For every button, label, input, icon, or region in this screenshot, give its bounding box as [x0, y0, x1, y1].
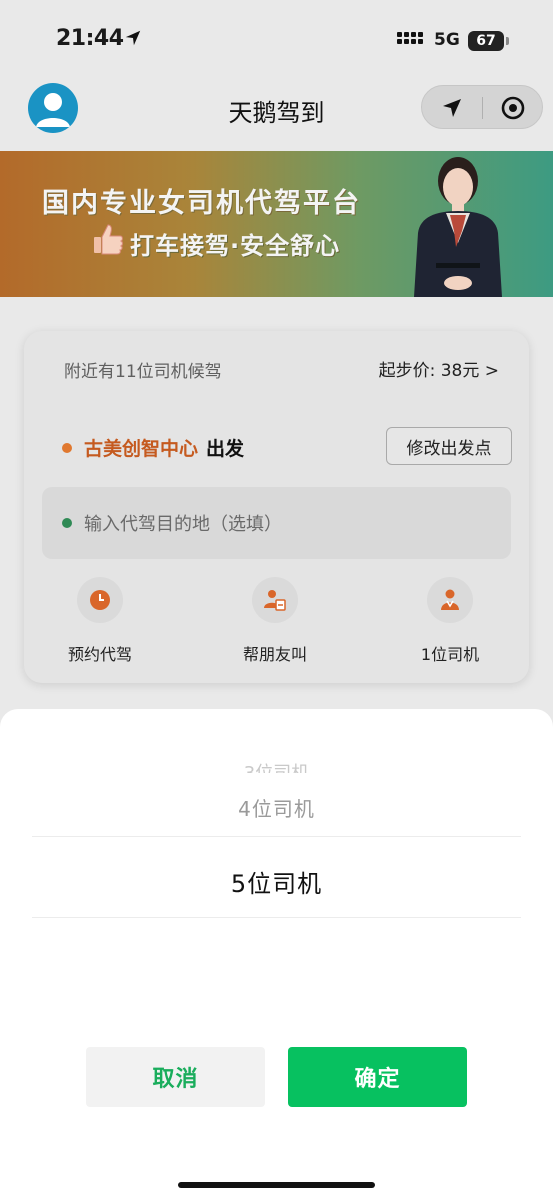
thumbs-up-icon: [94, 224, 123, 255]
picker-divider: [32, 836, 521, 837]
location-arrow-icon: [125, 30, 141, 46]
nearby-drivers-text: 附近有11位司机候驾: [64, 362, 222, 382]
origin-dot-icon: [62, 442, 72, 453]
female-driver-image: [414, 157, 502, 297]
network-type: 5G: [434, 30, 460, 50]
battery-level: 67: [476, 33, 496, 49]
picker-option-faint[interactable]: 3位司机: [0, 759, 553, 773]
picker-divider: [32, 917, 521, 918]
mini-program-capsule: [421, 85, 543, 129]
app-header: 天鹅驾到: [0, 80, 553, 150]
destination-dot-icon: [62, 518, 72, 528]
edit-origin-button[interactable]: 修改出发点: [386, 427, 512, 465]
destination-input[interactable]: 输入代驾目的地（选填）: [42, 487, 511, 559]
navigate-arrow-icon[interactable]: [422, 86, 482, 130]
friend-call-icon: [252, 577, 298, 623]
promo-banner[interactable]: 国内专业女司机代驾平台 打车接驾·安全舒心: [0, 151, 553, 297]
driver-count-picker-sheet: 3位司机 4位司机 5位司机 取消 确定: [0, 709, 553, 1200]
banner-subline: 打车接驾·安全舒心: [130, 232, 341, 260]
feature-reserve[interactable]: 预约代驾: [45, 577, 155, 665]
picker-option[interactable]: 4位司机: [0, 793, 553, 822]
battery-icon: 67: [468, 31, 509, 51]
target-close-icon[interactable]: [483, 86, 543, 130]
home-indicator[interactable]: [178, 1182, 375, 1188]
feature-call-for-friend[interactable]: 帮朋友叫: [220, 577, 330, 665]
feature-driver-count[interactable]: 1位司机: [395, 577, 505, 665]
signal-strength-icon: [397, 32, 425, 44]
origin-suffix: 出发: [206, 438, 245, 460]
clock-icon: [77, 577, 123, 623]
booking-card: 附近有11位司机候驾 起步价: 38元 > 古美创智中心 出发 修改出发点 输入…: [24, 331, 529, 683]
status-time: 21:44: [56, 26, 124, 51]
picker-option-selected[interactable]: 5位司机: [0, 864, 553, 899]
origin-name: 古美创智中心: [84, 438, 199, 460]
feature-label: 1位司机: [420, 645, 480, 664]
feature-label: 预约代驾: [67, 645, 132, 664]
confirm-button[interactable]: 确定: [288, 1047, 467, 1107]
cancel-button[interactable]: 取消: [86, 1047, 265, 1107]
status-bar: 21:44 5G 67: [0, 0, 553, 80]
origin-row[interactable]: 古美创智中心 出发: [62, 434, 244, 461]
feature-label: 帮朋友叫: [242, 645, 307, 664]
driver-icon: [427, 577, 473, 623]
banner-headline: 国内专业女司机代驾平台: [42, 188, 361, 219]
start-price-link[interactable]: 起步价: 38元 >: [379, 356, 499, 381]
destination-placeholder: 输入代驾目的地（选填）: [84, 514, 282, 535]
